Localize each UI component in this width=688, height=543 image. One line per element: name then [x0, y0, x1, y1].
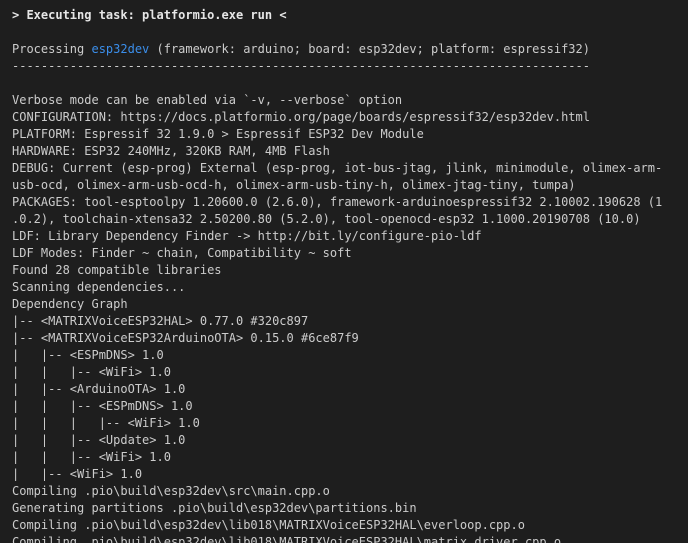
output-line: | |-- <ArduinoOTA> 1.0 — [12, 382, 186, 396]
output-line: | | |-- <WiFi> 1.0 — [12, 450, 171, 464]
output-line: PLATFORM: Espressif 32 1.9.0 > Espressif… — [12, 127, 424, 141]
task-header: > Executing task: platformio.exe run < — [12, 7, 688, 24]
terminal-panel[interactable]: > Executing task: platformio.exe run < P… — [0, 0, 688, 543]
output-line: CONFIGURATION: https://docs.platformio.o… — [12, 110, 590, 124]
separator-line: ----------------------------------------… — [12, 59, 590, 73]
output-line: LDF: Library Dependency Finder -> http:/… — [12, 229, 482, 243]
environment-name: esp32dev — [91, 42, 150, 56]
terminal-output: Verbose mode can be enabled via `-v, --v… — [12, 92, 688, 543]
output-line: LDF Modes: Finder ~ chain, Compatibility… — [12, 246, 352, 260]
output-line: Compiling .pio\build\esp32dev\lib018\MAT… — [12, 535, 562, 543]
output-line: |-- <MATRIXVoiceESP32ArduinoOTA> 0.15.0 … — [12, 331, 359, 345]
output-line: | | |-- <ESPmDNS> 1.0 — [12, 399, 193, 413]
output-line: DEBUG: Current (esp-prog) External (esp-… — [12, 161, 663, 175]
output-line: Verbose mode can be enabled via `-v, --v… — [12, 93, 403, 107]
output-line: usb-ocd, olimex-arm-usb-ocd-h, olimex-ar… — [12, 178, 576, 192]
output-line: Dependency Graph — [12, 297, 128, 311]
output-line: | | |-- <Update> 1.0 — [12, 433, 186, 447]
output-line: HARDWARE: ESP32 240MHz, 320KB RAM, 4MB F… — [12, 144, 330, 158]
output-line: PACKAGES: tool-esptoolpy 1.20600.0 (2.6.… — [12, 195, 663, 209]
output-line: | |-- <WiFi> 1.0 — [12, 467, 143, 481]
processing-suffix: (framework: arduino; board: esp32dev; pl… — [149, 42, 590, 56]
output-line: Found 28 compatible libraries — [12, 263, 222, 277]
output-line: Compiling .pio\build\esp32dev\src\main.c… — [12, 484, 330, 498]
processing-line: Processing esp32dev (framework: arduino;… — [12, 41, 688, 58]
processing-prefix: Processing — [12, 42, 92, 56]
output-line: .0.2), toolchain-xtensa32 2.50200.80 (5.… — [12, 212, 641, 226]
output-line: Compiling .pio\build\esp32dev\lib018\MAT… — [12, 518, 525, 532]
output-line: | |-- <ESPmDNS> 1.0 — [12, 348, 164, 362]
output-line: | | |-- <WiFi> 1.0 — [12, 365, 171, 379]
output-line: | | | |-- <WiFi> 1.0 — [12, 416, 200, 430]
output-line: Scanning dependencies... — [12, 280, 186, 294]
output-line: |-- <MATRIXVoiceESP32HAL> 0.77.0 #320c89… — [12, 314, 309, 328]
task-label: Executing task: platformio.exe run < — [26, 8, 287, 22]
task-prefix: > — [12, 8, 27, 22]
output-line: Generating partitions .pio\build\esp32de… — [12, 501, 417, 515]
